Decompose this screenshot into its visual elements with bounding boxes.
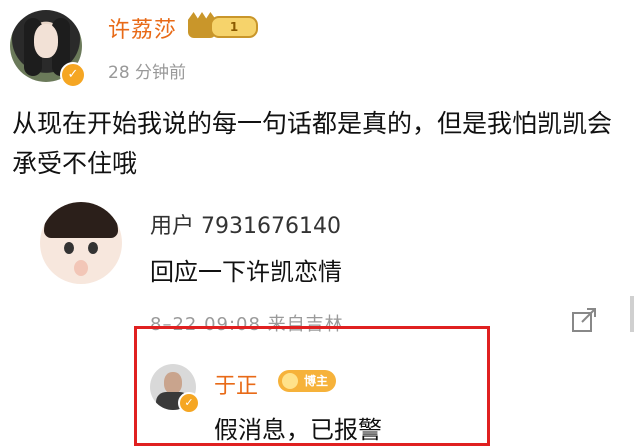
blogger-badge: 博主 [278,370,337,392]
member-level-badge[interactable]: 1 [188,12,258,38]
reply-author-name[interactable]: 于正 [214,368,258,400]
post-body: 从现在开始我说的每一句话都是真的，但是我怕凯凯会承受不住哦 [12,109,613,178]
divider [630,296,634,332]
commenter-avatar[interactable] [40,202,122,284]
post-time: 28 分钟前 [108,63,187,83]
comment-text: 回应一下许凯恋情 [150,258,342,286]
blogger-icon [282,373,298,389]
reply-text: 假消息，已报警 [214,416,382,444]
blogger-badge-label: 博主 [304,374,329,388]
author-name[interactable]: 许荔莎 [108,12,177,44]
verified-icon: ✓ [178,392,200,414]
level-number: 1 [210,16,258,38]
share-icon[interactable] [570,306,598,334]
verified-icon: ✓ [60,62,86,88]
commenter-name[interactable]: 用户 7931676140 [150,208,341,240]
